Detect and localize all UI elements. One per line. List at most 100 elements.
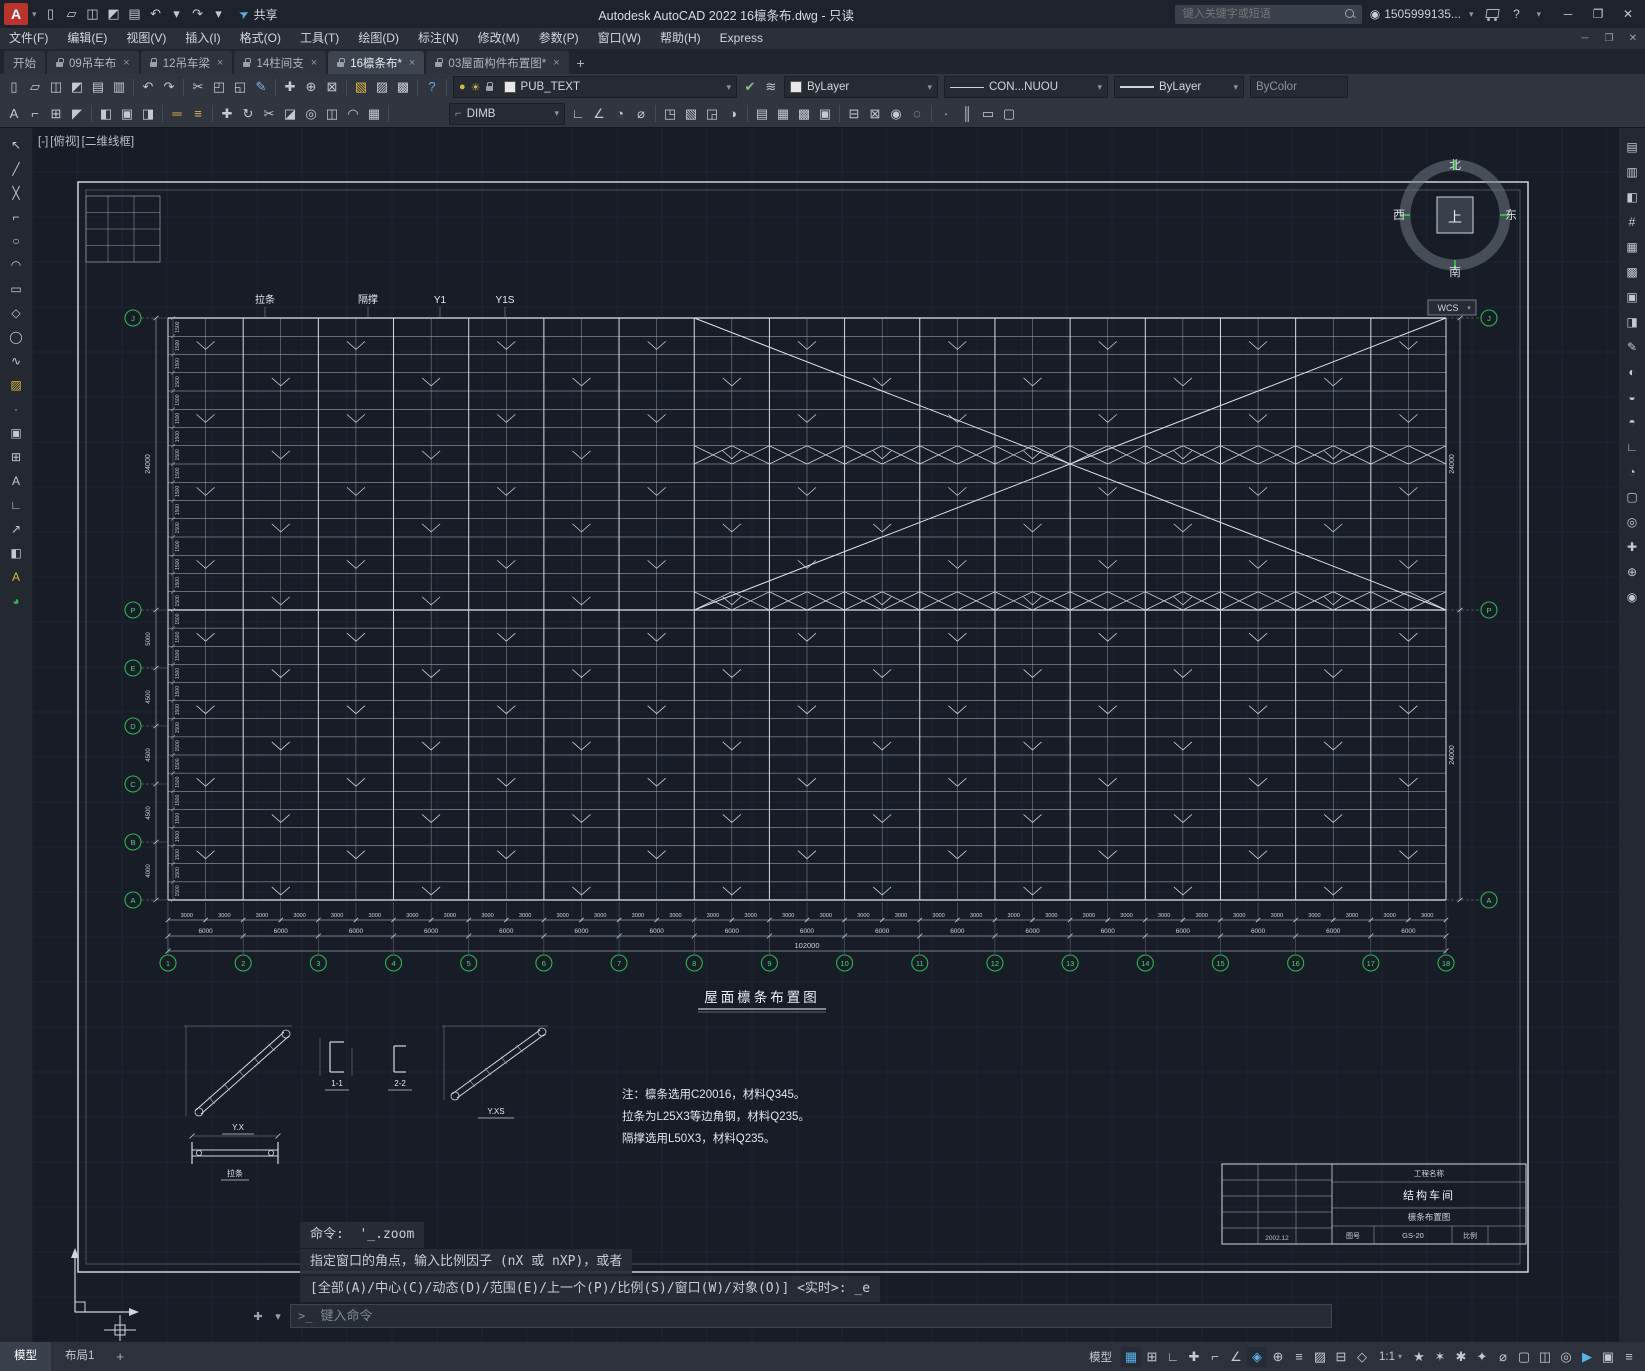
minimize-button[interactable]: ─ xyxy=(1553,1,1583,27)
match-layer-icon[interactable]: ≋ xyxy=(761,77,781,97)
selection-cycling-icon[interactable]: ⊟ xyxy=(1331,1347,1351,1367)
add-layout-button[interactable]: + xyxy=(108,1349,132,1364)
zoom-extents-icon[interactable]: ⊠ xyxy=(322,77,342,97)
layer-combo-arrow-icon[interactable]: ▾ xyxy=(726,82,731,93)
design-center-icon[interactable]: ▦ xyxy=(1621,237,1643,258)
lock-ui-icon[interactable]: ◫ xyxy=(1535,1347,1555,1367)
command-recent-icon[interactable]: ▾ xyxy=(270,1310,286,1323)
named-views-icon[interactable]: ▢ xyxy=(1621,487,1643,508)
layer-states-icon[interactable]: ▨ xyxy=(372,77,392,97)
materials-icon[interactable]: ◒ xyxy=(1621,387,1643,408)
view-compass[interactable]: 上 北南 西 东 xyxy=(1393,158,1517,279)
menu-item[interactable]: 插入(I) xyxy=(176,28,229,49)
group-icon[interactable]: ⊟ xyxy=(844,104,864,124)
table-icon[interactable]: ⊞ xyxy=(46,104,66,124)
sheet-set-icon[interactable]: ▣ xyxy=(815,104,835,124)
design-center-icon[interactable]: ▦ xyxy=(773,104,793,124)
menu-item[interactable]: 文件(F) xyxy=(0,28,57,49)
linetype-control-combo[interactable]: CON...NUOU ▾ xyxy=(944,76,1108,98)
point-style-icon[interactable]: · xyxy=(936,104,956,124)
isolate-objects-icon[interactable]: ◎ xyxy=(1556,1347,1576,1367)
file-tab[interactable]: 开始 xyxy=(4,51,45,74)
plot-icon[interactable]: ▤ xyxy=(125,4,145,24)
layer-sun-icon[interactable]: ☀ xyxy=(471,81,481,94)
cart-icon[interactable] xyxy=(1485,9,1500,21)
circle-icon[interactable]: ○ xyxy=(5,231,27,252)
make-layer-current-icon[interactable]: ✔ xyxy=(740,77,760,97)
file-tab[interactable]: 14柱间支 × xyxy=(234,51,327,74)
doc-restore-button[interactable]: ❐ xyxy=(1597,33,1621,44)
menu-item[interactable]: 标注(N) xyxy=(409,28,468,49)
region-icon[interactable]: ▣ xyxy=(5,423,27,444)
render-icon[interactable]: ◐ xyxy=(1621,362,1643,383)
paste-icon[interactable]: ◱ xyxy=(230,77,250,97)
view-manager-icon[interactable]: ◔ xyxy=(1621,462,1643,483)
menu-item[interactable]: 格式(O) xyxy=(231,28,290,49)
quick-properties-icon[interactable]: ▢ xyxy=(1514,1347,1534,1367)
lineweight-display-icon[interactable]: ≡ xyxy=(1289,1347,1309,1367)
hatch-icon[interactable]: ▨ xyxy=(5,375,27,396)
save-icon[interactable]: ◫ xyxy=(46,77,66,97)
dynamic-input-icon[interactable]: ✚ xyxy=(1184,1347,1204,1367)
layer-bulb-icon[interactable]: ● xyxy=(459,81,466,93)
tab-close-icon[interactable]: × xyxy=(409,57,415,69)
snap-mode-icon[interactable]: ⊞ xyxy=(1142,1347,1162,1367)
rotate-icon[interactable]: ↻ xyxy=(238,104,258,124)
multiline-icon[interactable]: ║ xyxy=(957,104,977,124)
attach-image-icon[interactable]: ▧ xyxy=(681,104,701,124)
erase-icon[interactable]: ◪ xyxy=(280,104,300,124)
layer-palette-icon[interactable]: ▤ xyxy=(1621,137,1643,158)
menu-item[interactable]: 帮助(H) xyxy=(651,28,710,49)
annotation-visibility-icon[interactable]: ★ xyxy=(1409,1347,1429,1367)
file-tab[interactable]: 03屋面构件布置图* × xyxy=(426,51,569,74)
menu-item[interactable]: 编辑(E) xyxy=(58,28,116,49)
command-input[interactable] xyxy=(318,1307,1324,1325)
arc-icon[interactable]: ◠ xyxy=(5,255,27,276)
sheet-set-manager-icon[interactable]: ▣ xyxy=(1621,287,1643,308)
customization-icon[interactable]: ≡ xyxy=(1619,1347,1639,1367)
text-window-icon[interactable]: A xyxy=(5,567,27,588)
qnew-icon[interactable]: ▯ xyxy=(41,4,61,24)
share-button[interactable]: ➤ 共享 xyxy=(236,5,278,22)
redo-icon[interactable]: ↷ xyxy=(188,4,208,24)
line-icon[interactable]: ╱ xyxy=(5,159,27,180)
lineweight-combo-arrow-icon[interactable]: ▾ xyxy=(1233,82,1238,93)
measure-icon[interactable]: ═ xyxy=(167,104,187,124)
menu-item[interactable]: 窗口(W) xyxy=(589,28,650,49)
new-tab-button[interactable]: + xyxy=(571,52,591,74)
menu-item[interactable]: 修改(M) xyxy=(469,28,529,49)
lineweight-control-combo[interactable]: ByLayer ▾ xyxy=(1114,76,1244,98)
visual-styles-icon[interactable]: ◓ xyxy=(1621,412,1643,433)
rectangle-icon[interactable]: ▭ xyxy=(5,279,27,300)
clean-screen-icon[interactable]: ▣ xyxy=(1598,1347,1618,1367)
fillet-icon[interactable]: ◠ xyxy=(343,104,363,124)
annotation-monitor-icon[interactable]: ✦ xyxy=(1472,1347,1492,1367)
menu-item[interactable]: 视图(V) xyxy=(117,28,175,49)
menu-item[interactable]: Express xyxy=(711,28,772,49)
clip-icon[interactable]: ◲ xyxy=(702,104,722,124)
ucs-tool-icon[interactable]: ∟ xyxy=(1621,437,1643,458)
save-icon[interactable]: ◫ xyxy=(83,4,103,24)
properties-palette-icon[interactable]: ▥ xyxy=(1621,162,1643,183)
search-icon[interactable] xyxy=(1344,8,1356,20)
dimstyle-combo-arrow-icon[interactable]: ▾ xyxy=(554,108,559,119)
doc-minimize-button[interactable]: ─ xyxy=(1573,33,1597,44)
boundary-icon[interactable]: ▢ xyxy=(999,104,1019,124)
wcs-badge[interactable]: WCS ▾ xyxy=(1427,299,1477,316)
plot-preview-icon[interactable]: ▥ xyxy=(109,77,129,97)
close-button[interactable]: ✕ xyxy=(1613,1,1643,27)
tab-close-icon[interactable]: × xyxy=(217,57,223,69)
multiline-text-icon[interactable]: A xyxy=(5,471,27,492)
undo-icon[interactable]: ↶ xyxy=(138,77,158,97)
tool-palettes-icon[interactable]: ▩ xyxy=(1621,262,1643,283)
radius-dimension-icon[interactable]: ◔ xyxy=(610,104,630,124)
tab-close-icon[interactable]: × xyxy=(123,57,129,69)
3d-object-snap-icon[interactable]: ◇ xyxy=(1352,1347,1372,1367)
array-icon[interactable]: ▦ xyxy=(364,104,384,124)
count-icon[interactable]: # xyxy=(1621,212,1643,233)
model-space-indicator[interactable]: 模型 xyxy=(1081,1349,1120,1365)
zoom-window-icon[interactable]: ⊕ xyxy=(301,77,321,97)
quick-measure-icon[interactable]: ≡ xyxy=(188,104,208,124)
blocks-palette-icon[interactable]: ◧ xyxy=(1621,187,1643,208)
region-icon[interactable]: ▭ xyxy=(978,104,998,124)
